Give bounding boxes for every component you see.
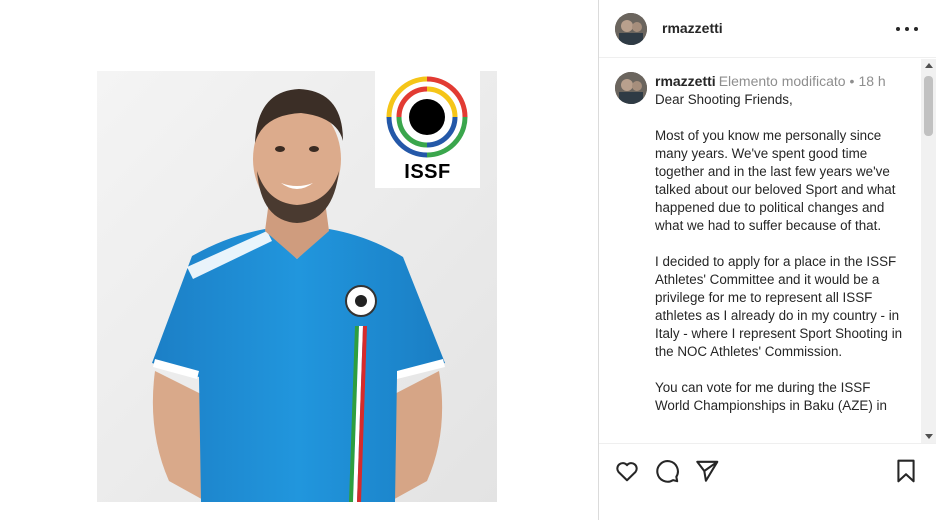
meta-separator: • (849, 73, 855, 89)
bookmark-icon[interactable] (893, 458, 919, 484)
action-bar (599, 443, 936, 520)
caption-paragraph: You can vote for me during the ISSF Worl… (655, 380, 887, 413)
issf-target-icon (386, 76, 468, 158)
comments-scrollbar[interactable] (921, 59, 936, 443)
more-options-icon[interactable] (893, 15, 921, 43)
scroll-up-arrow-icon[interactable] (925, 63, 933, 68)
edited-label: Elemento modificato (718, 73, 846, 89)
post-timestamp[interactable]: 18 h (858, 73, 885, 89)
post-image[interactable]: ISSF (97, 71, 497, 502)
caption-avatar[interactable] (615, 72, 647, 104)
post-header: rmazzetti (599, 0, 936, 58)
scroll-thumb[interactable] (924, 76, 933, 136)
comments-section: rmazzetti Elemento modificato • 18 h Dear S… (599, 59, 921, 443)
avatar-image (615, 72, 647, 104)
caption-text: Dear Shooting Friends, Most of you know … (655, 91, 907, 433)
issf-logo-text: ISSF (404, 161, 451, 183)
header-username[interactable]: rmazzetti (662, 20, 723, 36)
post-media-area: ISSF (0, 0, 598, 520)
caption-paragraph: Dear Shooting Friends, (655, 92, 793, 107)
paper-plane-icon[interactable] (694, 458, 720, 484)
caption-paragraph: Most of you know me personally since man… (655, 128, 896, 233)
scroll-down-arrow-icon[interactable] (925, 434, 933, 439)
comment-bubble-icon[interactable] (654, 458, 680, 484)
caption-meta: rmazzetti Elemento modificato • 18 h (655, 73, 886, 89)
issf-logo: ISSF (375, 71, 480, 188)
avatar-image (615, 13, 647, 45)
caption-username[interactable]: rmazzetti (655, 73, 716, 89)
post-side-panel: rmazzetti rmazzetti Elemento modificato • 1… (599, 0, 936, 520)
caption-paragraph: I decided to apply for a place in the IS… (655, 254, 903, 359)
heart-icon[interactable] (614, 458, 640, 484)
avatar[interactable] (615, 13, 647, 45)
